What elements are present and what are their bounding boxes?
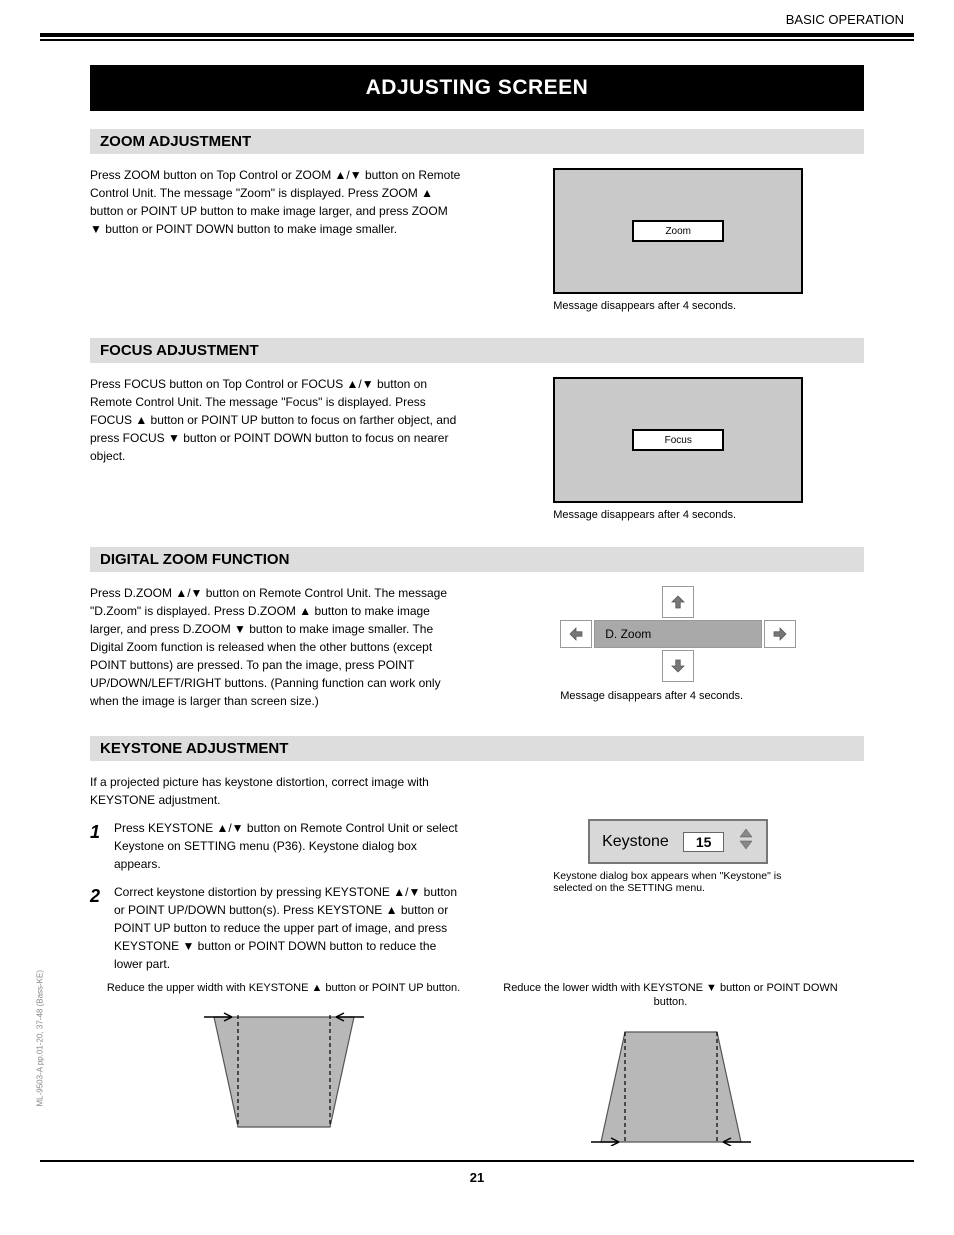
rule-top-thick <box>40 33 914 37</box>
zoom-message: Zoom <box>632 220 724 242</box>
dzoom-cross: D. Zoom <box>560 586 796 682</box>
zoom-caption: Message disappears after 4 seconds. <box>553 300 803 312</box>
section-title-keystone: KEYSTONE ADJUSTMENT <box>90 736 864 761</box>
page-number: 21 <box>470 1170 484 1185</box>
main-title: ADJUSTING SCREEN <box>90 65 864 111</box>
keystone-dialog: Keystone 15 <box>588 819 768 864</box>
rule-top-thin <box>40 39 914 41</box>
keystone-dialog-label: Keystone <box>602 833 669 851</box>
page: BASIC OPERATION ADJUSTING SCREEN ZOOM AD… <box>0 0 954 1193</box>
updown-arrows-icon <box>738 828 754 855</box>
section-title-focus: FOCUS ADJUSTMENT <box>90 338 864 363</box>
keystone-dialog-value: 15 <box>683 832 725 852</box>
focus-message: Focus <box>632 429 724 451</box>
arrow-right-icon[interactable] <box>764 620 796 648</box>
dzoom-figure: D. Zoom Message disappears after 4 secon… <box>492 578 864 710</box>
page-footer: ML-9503-A pp.01-20, 37-48 (Bass-KE) 21 <box>40 1162 914 1193</box>
keystone-shapes: Reduce the upper width with KEYSTONE ▲ b… <box>90 981 864 1146</box>
dzoom-caption: Message disappears after 4 seconds. <box>560 690 796 702</box>
keystone-upper-caption: Reduce the upper width with KEYSTONE ▲ b… <box>107 981 460 995</box>
footer-side-label: ML-9503-A pp.01-20, 37-48 (Bass-KE) <box>36 970 45 1107</box>
step-1-num: 1 <box>90 819 114 873</box>
section-title-zoom: ZOOM ADJUSTMENT <box>90 129 864 154</box>
focus-caption: Message disappears after 4 seconds. <box>553 509 803 521</box>
keystone-lower-icon <box>561 1016 781 1146</box>
focus-text: Press FOCUS button on Top Control or FOC… <box>90 369 462 521</box>
arrow-up-icon[interactable] <box>662 586 694 618</box>
arrow-left-icon[interactable] <box>560 620 592 648</box>
content: ADJUSTING SCREEN ZOOM ADJUSTMENT Press Z… <box>40 65 914 1146</box>
page-header: BASIC OPERATION <box>40 0 914 33</box>
keystone-lower-col: Reduce the lower width with KEYSTONE ▼ b… <box>492 981 848 1146</box>
section-zoom: Press ZOOM button on Top Control or ZOOM… <box>90 160 864 312</box>
zoom-screen: Zoom <box>553 168 803 294</box>
section-title-dzoom: DIGITAL ZOOM FUNCTION <box>90 547 864 572</box>
arrow-down-icon[interactable] <box>662 650 694 682</box>
keystone-step1: Press KEYSTONE ▲/▼ button on Remote Cont… <box>114 819 462 873</box>
focus-screen: Focus <box>553 377 803 503</box>
keystone-upper-col: Reduce the upper width with KEYSTONE ▲ b… <box>105 981 461 1146</box>
header-right: BASIC OPERATION <box>786 12 904 27</box>
step-2-num: 2 <box>90 883 114 973</box>
keystone-dialog-caption: Keystone dialog box appears when "Keysto… <box>553 870 803 894</box>
keystone-figure: Keystone 15 Keystone dialog box appears … <box>492 767 864 973</box>
keystone-lower-caption: Reduce the lower width with KEYSTONE ▼ b… <box>492 981 848 1010</box>
section-focus: Press FOCUS button on Top Control or FOC… <box>90 369 864 521</box>
zoom-figure: Zoom Message disappears after 4 seconds. <box>492 160 864 312</box>
keystone-intro: If a projected picture has keystone dist… <box>90 773 462 809</box>
dzoom-message: D. Zoom <box>594 620 762 648</box>
focus-figure: Focus Message disappears after 4 seconds… <box>492 369 864 521</box>
keystone-text: If a projected picture has keystone dist… <box>90 767 462 973</box>
dzoom-text: Press D.ZOOM ▲/▼ button on Remote Contro… <box>90 578 462 710</box>
section-dzoom: Press D.ZOOM ▲/▼ button on Remote Contro… <box>90 578 864 710</box>
keystone-upper-icon <box>174 1001 394 1131</box>
section-keystone: If a projected picture has keystone dist… <box>90 767 864 973</box>
keystone-step2: Correct keystone distortion by pressing … <box>114 883 462 973</box>
zoom-text: Press ZOOM button on Top Control or ZOOM… <box>90 160 462 312</box>
